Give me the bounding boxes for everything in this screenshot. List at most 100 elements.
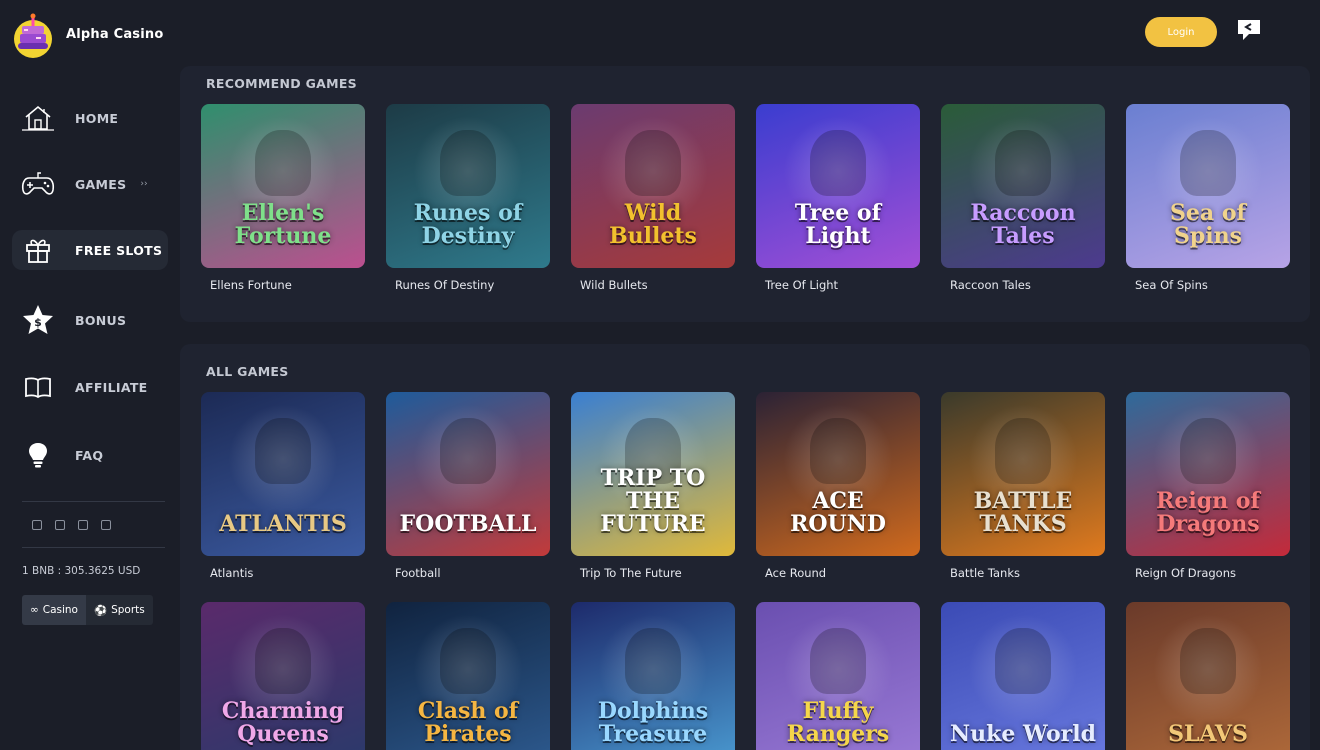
game-thumbnail[interactable]: Raccoon Tales	[941, 104, 1105, 268]
game-thumbnail[interactable]: Fluffy Rangers	[756, 602, 920, 750]
game-card[interactable]: Nuke World	[941, 602, 1105, 750]
facebook-icon[interactable]	[32, 520, 42, 530]
section-title: ALL GAMES	[206, 364, 289, 379]
game-thumbnail[interactable]: Tree of Light	[756, 104, 920, 268]
game-logo-text: ATLANTIS	[219, 510, 347, 537]
character-silhouette	[995, 418, 1051, 484]
character-silhouette	[440, 130, 496, 196]
twitter-icon[interactable]	[55, 520, 65, 530]
game-thumbnail[interactable]: SLAVS	[1126, 602, 1290, 750]
soccer-ball-icon: ⚽	[93, 604, 108, 617]
game-card[interactable]: Charming Queens	[201, 602, 365, 750]
game-thumbnail[interactable]: Reign of Dragons	[1126, 392, 1290, 556]
game-thumbnail[interactable]: Sea of Spins	[1126, 104, 1290, 268]
game-card[interactable]: Ellen's Fortune Ellens Fortune	[201, 104, 365, 292]
star-dollar-icon: $	[20, 303, 56, 337]
instagram-icon[interactable]	[101, 520, 111, 530]
game-logo-text: Fluffy Rangers	[786, 697, 890, 747]
chevron-right-icon: ››	[140, 179, 148, 189]
sidebar-item-bonus[interactable]: $ BONUS	[12, 300, 168, 340]
game-logo-text: Nuke World	[950, 720, 1096, 747]
character-silhouette	[1180, 130, 1236, 196]
game-card[interactable]: Raccoon Tales Raccoon Tales	[941, 104, 1105, 292]
game-logo-text: Sea of Spins	[1170, 199, 1246, 249]
game-logo-text: Raccoon Tales	[970, 199, 1076, 249]
section-title: RECOMMEND GAMES	[206, 76, 357, 91]
game-card[interactable]: ACE ROUND Ace Round	[756, 392, 920, 580]
cake-logo-icon	[12, 10, 54, 58]
character-silhouette	[255, 418, 311, 484]
game-thumbnail[interactable]: FOOTBALL	[386, 392, 550, 556]
game-card[interactable]: TRIP TO THE FUTURE Trip To The Future	[571, 392, 735, 580]
game-title[interactable]: Tree Of Light	[765, 278, 920, 292]
game-title[interactable]: Ellens Fortune	[210, 278, 365, 292]
game-thumbnail[interactable]: Wild Bullets	[571, 104, 735, 268]
social-links	[32, 520, 111, 530]
brand-logo[interactable]: Alpha Casino	[12, 10, 163, 58]
gift-icon	[20, 233, 56, 267]
login-button[interactable]: Login	[1145, 17, 1217, 47]
game-title[interactable]: Ace Round	[765, 566, 920, 580]
game-title[interactable]: Runes Of Destiny	[395, 278, 550, 292]
character-silhouette	[995, 628, 1051, 694]
game-card[interactable]: Wild Bullets Wild Bullets	[571, 104, 735, 292]
game-card[interactable]: Fluffy Rangers	[756, 602, 920, 750]
game-logo-text: Reign of Dragons	[1156, 487, 1260, 537]
sidebar-item-label: FAQ	[75, 447, 104, 463]
character-silhouette	[810, 628, 866, 694]
game-thumbnail[interactable]: ATLANTIS	[201, 392, 365, 556]
sidebar-divider	[22, 501, 165, 502]
game-thumbnail[interactable]: Clash of Pirates	[386, 602, 550, 750]
game-logo-text: Runes of Destiny	[413, 199, 523, 249]
game-card[interactable]: Dolphins Treasure	[571, 602, 735, 750]
character-silhouette	[810, 130, 866, 196]
game-title[interactable]: Atlantis	[210, 566, 365, 580]
game-card[interactable]: Tree of Light Tree Of Light	[756, 104, 920, 292]
game-thumbnail[interactable]: BATTLE TANKS	[941, 392, 1105, 556]
game-title[interactable]: Football	[395, 566, 550, 580]
game-logo-text: Dolphins Treasure	[597, 697, 709, 747]
game-title[interactable]: Battle Tanks	[950, 566, 1105, 580]
game-title[interactable]: Wild Bullets	[580, 278, 735, 292]
character-silhouette	[440, 628, 496, 694]
exchange-rate: 1 BNB : 305.3625 USD	[22, 565, 141, 577]
sidebar-item-free-slots[interactable]: FREE SLOTS	[12, 230, 168, 270]
game-thumbnail[interactable]: TRIP TO THE FUTURE	[571, 392, 735, 556]
character-silhouette	[1180, 628, 1236, 694]
casino-mode-button[interactable]: ∞ Casino	[22, 595, 86, 625]
game-title[interactable]: Raccoon Tales	[950, 278, 1105, 292]
svg-text:$: $	[34, 316, 42, 329]
game-logo-text: BATTLE TANKS	[973, 487, 1073, 537]
sports-mode-button[interactable]: ⚽ Sports	[85, 595, 153, 625]
game-title[interactable]: Trip To The Future	[580, 566, 735, 580]
character-silhouette	[995, 130, 1051, 196]
game-title[interactable]: Reign Of Dragons	[1135, 566, 1290, 580]
game-title[interactable]: Sea Of Spins	[1135, 278, 1290, 292]
character-silhouette	[625, 628, 681, 694]
game-logo-text: TRIP TO THE FUTURE	[600, 464, 706, 537]
game-card[interactable]: FOOTBALL Football	[386, 392, 550, 580]
game-card[interactable]: ATLANTIS Atlantis	[201, 392, 365, 580]
sidebar-item-games[interactable]: GAMES ››	[12, 164, 168, 204]
game-thumbnail[interactable]: Dolphins Treasure	[571, 602, 735, 750]
game-logo-text: Tree of Light	[794, 199, 882, 249]
chat-icon[interactable]	[1236, 18, 1262, 42]
game-thumbnail[interactable]: Ellen's Fortune	[201, 104, 365, 268]
sidebar-item-home[interactable]: HOME	[12, 98, 168, 138]
game-logo-text: FOOTBALL	[399, 510, 537, 537]
game-thumbnail[interactable]: Charming Queens	[201, 602, 365, 750]
game-logo-text: Ellen's Fortune	[234, 199, 332, 249]
game-card[interactable]: Runes of Destiny Runes Of Destiny	[386, 104, 550, 292]
game-thumbnail[interactable]: Nuke World	[941, 602, 1105, 750]
game-card[interactable]: Sea of Spins Sea Of Spins	[1126, 104, 1290, 292]
game-card[interactable]: SLAVS	[1126, 602, 1290, 750]
sidebar-item-faq[interactable]: FAQ	[12, 435, 168, 475]
game-card[interactable]: Reign of Dragons Reign Of Dragons	[1126, 392, 1290, 580]
discord-icon[interactable]	[78, 520, 88, 530]
game-thumbnail[interactable]: Runes of Destiny	[386, 104, 550, 268]
casino-mode-label: Casino	[42, 604, 78, 616]
game-card[interactable]: Clash of Pirates	[386, 602, 550, 750]
game-card[interactable]: BATTLE TANKS Battle Tanks	[941, 392, 1105, 580]
sidebar-item-affiliate[interactable]: AFFILIATE	[12, 367, 168, 407]
game-thumbnail[interactable]: ACE ROUND	[756, 392, 920, 556]
